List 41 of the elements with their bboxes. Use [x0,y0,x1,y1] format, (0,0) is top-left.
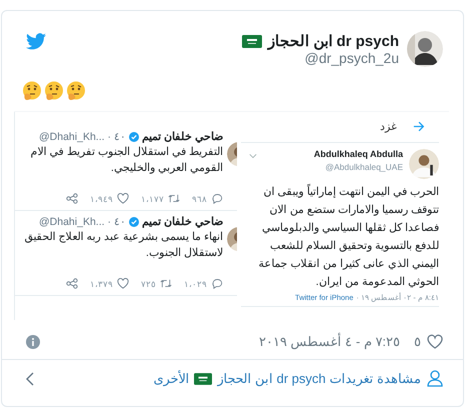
reply-count: ١،٠٢٩ [184,278,207,288]
thinking-face-icon [66,81,86,101]
author-handle: @dr_psych_2u [304,50,399,66]
retweet-count: ١،١٧٧ [141,194,164,204]
reply-icon[interactable] [211,193,223,204]
share-icon[interactable] [66,278,78,289]
info-icon[interactable] [26,334,40,348]
retweet-count: ٧٢٥ [141,278,156,288]
author-name: dr psych ابن الحجاز [268,32,399,50]
retweet-icon[interactable] [168,193,180,204]
tweet-meta: @Dhahi_Kh... · ٤٠ [39,215,126,228]
translate-link[interactable]: غزد [380,120,397,132]
chevron-left-icon[interactable] [26,372,34,386]
like-count: ١،٩٤٩ [90,194,113,204]
more-tweets-link[interactable]: مشاهدة تغريدات dr psych ابن الحجاز الأخرى [153,371,421,386]
reply-count: ٩٦٨ [192,194,207,204]
retweet-icon[interactable] [160,278,172,289]
bird-icon[interactable] [26,33,46,50]
heart-icon[interactable] [117,278,129,289]
tweet-timestamp[interactable]: ٧:٢٥ م - ٤ أغسطس ٢٠١٩ [258,334,400,349]
tweet-text: انهاء ما يسمى بشرعية عبد ربه العلاج الحقيق لاستقلال الجنوب. [24,230,223,261]
reply-icon[interactable] [211,278,223,289]
person-icon [427,370,443,387]
chevron-down-icon [249,153,257,159]
tweet-text: التفريط في استقلال الجنوب تفريط في الام القومي العربي والخليجي. [30,145,223,176]
arrow-icon [413,120,425,132]
tweet-meta: @Dhahi_Kh... · ٤٠ [39,130,126,143]
like-count: ٥ [414,334,421,349]
heart-icon[interactable] [117,193,129,204]
share-icon[interactable] [66,193,78,204]
like-count: ١،٣٧٩ [90,278,113,288]
flag-icon [194,372,212,384]
thinking-face-icon [22,81,42,101]
tweet-author-name: ضاحي خلفان تميم [142,130,223,143]
heart-icon[interactable] [427,334,443,349]
thinking-face-icon [44,81,64,101]
tweet-author-name: ضاحي خلفان تميم [142,215,223,228]
quoted-author-handle: @Abdulkhaleq_UAE [324,162,403,172]
quoted-tweet-text: الحرب في اليمن انتهت إماراتياً ويبقى ان تتوقف رسميا والامارات ستضع من الان فصاعدا كل ثقلها السياسي والدبلوماسي للدفع بالتسوية وتحقيق السلام للشعب اليمني الذي عانى كثيرا من انقلاب جماعة الحوثي المدعومة من ايران. [258,183,439,290]
quoted-author-name: Abdulkhaleq Abdulla [312,149,403,159]
flag-icon [242,34,262,48]
